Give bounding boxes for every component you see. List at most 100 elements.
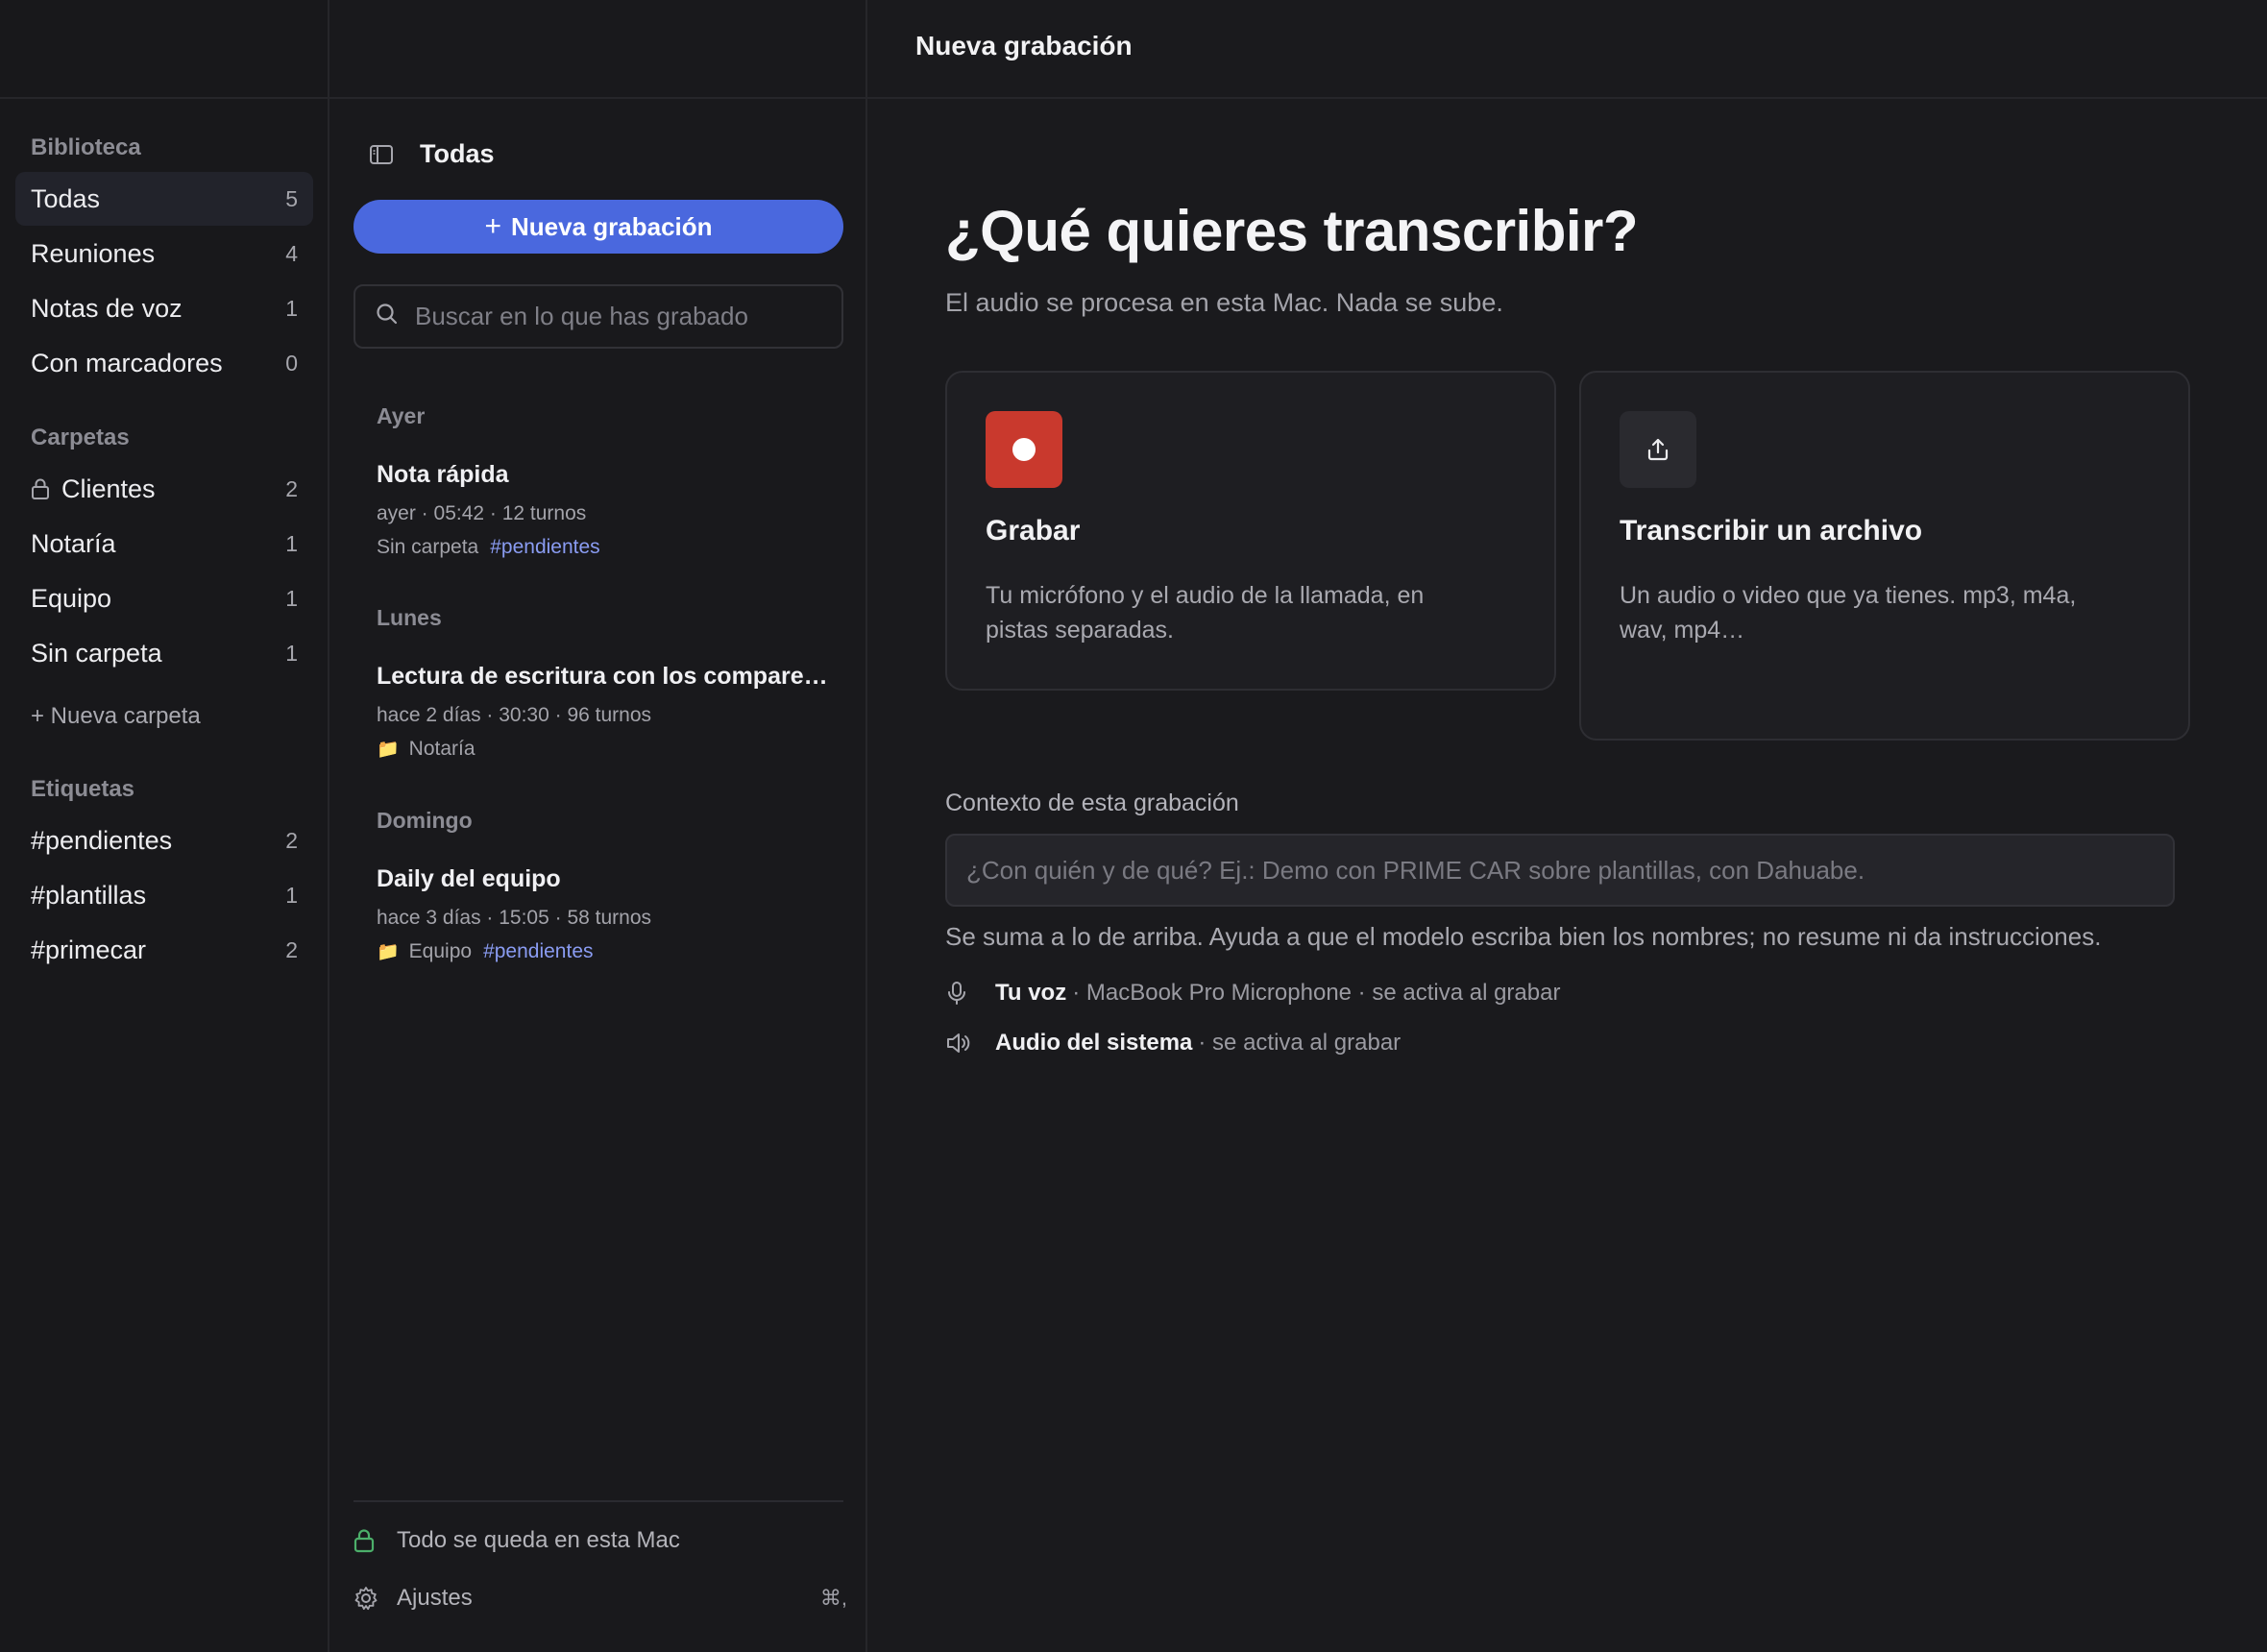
recording-meta: ayer · 05:42 · 12 turnos	[377, 502, 587, 524]
recording-item[interactable]: Nota rápida ayer · 05:42 · 12 turnos Sin…	[377, 461, 828, 559]
settings-label: Ajustes	[397, 1585, 473, 1611]
sidebar-item-count: 2	[285, 936, 298, 962]
card-title: Grabar	[986, 515, 1081, 547]
privacy-status: Todo se queda en esta Mac	[353, 1527, 847, 1554]
source-system-audio: Audio del sistema · se activa al grabar	[945, 1030, 1401, 1057]
sidebar-item-label: Clientes	[61, 474, 156, 503]
sidebar-item-clientes[interactable]: Clientes 2	[15, 462, 313, 516]
recording-folder: Sin carpeta	[377, 536, 479, 558]
sidebar-item-equipo[interactable]: Equipo 1	[15, 571, 313, 625]
source-detail: · se activa al grabar	[1198, 1030, 1402, 1056]
transcribe-file-card[interactable]: Transcribir un archivo Un audio o video …	[1579, 371, 2190, 741]
context-hint: Se suma a lo de arriba. Ayuda a que el m…	[945, 922, 2102, 951]
tags-heading: Etiquetas	[31, 776, 135, 802]
sidebar-item-count: 5	[285, 185, 298, 211]
recording-tag[interactable]: #pendientes	[490, 536, 599, 559]
folder-icon: 📁	[377, 740, 400, 760]
sidebar-item-tag-primecar[interactable]: #primecar 2	[15, 923, 313, 977]
sidebar-item-sin-carpeta[interactable]: Sin carpeta 1	[15, 626, 313, 680]
recording-folder-row: 📁 Notaría	[377, 738, 828, 761]
folder-icon: 📁	[377, 942, 400, 962]
sidebar-item-count: 4	[285, 240, 298, 266]
sidebar-item-notaria[interactable]: Notaría 1	[15, 517, 313, 571]
sidebar-item-label: Sin carpeta	[31, 638, 162, 668]
recording-meta: hace 2 días · 30:30 · 96 turnos	[377, 704, 652, 726]
list-topbar	[329, 0, 865, 99]
sidebar-item-count: 1	[285, 640, 298, 666]
folders-heading: Carpetas	[31, 425, 130, 450]
plus-icon: +	[484, 210, 501, 242]
sidebar-item-label: Equipo	[31, 583, 112, 613]
sidebar: Biblioteca Todas 5 Reuniones 4 Notas de …	[0, 0, 329, 1652]
day-header: Ayer	[377, 403, 426, 428]
settings-shortcut: ⌘,	[819, 1586, 847, 1610]
sidebar-toggle-icon[interactable]	[368, 141, 395, 168]
recording-folder: Notaría	[408, 738, 475, 760]
privacy-label: Todo se queda en esta Mac	[397, 1527, 680, 1553]
sidebar-item-count: 1	[285, 585, 298, 611]
list-title: Todas	[420, 139, 495, 168]
sidebar-item-notas-de-voz[interactable]: Notas de voz 1	[15, 281, 313, 335]
recording-folder-row: Sin carpeta #pendientes	[377, 536, 828, 559]
recording-title: Nota rápida	[377, 461, 509, 488]
speaker-icon	[945, 1031, 974, 1056]
sidebar-item-count: 2	[285, 827, 298, 853]
sidebar-item-label: Reuniones	[31, 238, 156, 268]
list-header: Todas	[368, 139, 495, 169]
card-title: Transcribir un archivo	[1620, 515, 1923, 547]
sidebar-item-count: 1	[285, 882, 298, 908]
sidebar-item-label: Con marcadores	[31, 348, 223, 377]
recording-folder: Equipo	[408, 940, 473, 962]
record-card[interactable]: Grabar Tu micrófono y el audio de la lla…	[945, 371, 1556, 691]
search-input[interactable]	[415, 302, 838, 331]
recording-title: Daily del equipo	[377, 865, 561, 892]
recording-folder-row: 📁 Equipo #pendientes	[377, 940, 828, 963]
upload-icon	[1620, 411, 1696, 488]
lock-icon	[31, 478, 50, 499]
context-label: Contexto de esta grabación	[945, 790, 1239, 816]
new-recording-label: Nueva grabación	[511, 211, 713, 241]
sidebar-item-label: #primecar	[31, 935, 147, 964]
source-detail: · MacBook Pro Microphone · se activa al …	[1072, 980, 1561, 1006]
recording-title: Lectura de escritura con los comparecien…	[377, 663, 828, 690]
page-title: Nueva grabación	[915, 31, 1133, 61]
sidebar-item-reuniones[interactable]: Reuniones 4	[15, 227, 313, 280]
main-topbar: Nueva grabación	[867, 0, 2267, 99]
sidebar-item-con-marcadores[interactable]: Con marcadores 0	[15, 336, 313, 390]
main-heading: ¿Qué quieres transcribir?	[945, 199, 1639, 263]
new-recording-button[interactable]: + Nueva grabación	[353, 200, 843, 254]
microphone-icon	[945, 980, 974, 1007]
new-folder-button[interactable]: + Nueva carpeta	[31, 703, 201, 730]
recording-item[interactable]: Daily del equipo hace 3 días · 15:05 · 5…	[377, 865, 828, 963]
sidebar-item-count: 2	[285, 475, 298, 501]
main-panel: Nueva grabación ¿Qué quieres transcribir…	[867, 0, 2267, 1652]
sidebar-item-count: 0	[285, 350, 298, 376]
day-header: Lunes	[377, 605, 442, 630]
settings-button[interactable]: Ajustes ⌘,	[353, 1585, 847, 1612]
gear-icon	[353, 1585, 381, 1612]
sidebar-item-label: Notas de voz	[31, 293, 183, 323]
source-microphone: Tu voz · MacBook Pro Microphone · se act…	[945, 980, 1560, 1007]
source-name: Audio del sistema	[995, 1030, 1193, 1056]
context-input[interactable]	[945, 834, 2175, 907]
source-name: Tu voz	[995, 980, 1067, 1006]
recording-item[interactable]: Lectura de escritura con los comparecien…	[377, 663, 828, 761]
sidebar-item-label: Notaría	[31, 528, 116, 558]
recording-tag[interactable]: #pendientes	[483, 940, 593, 963]
sidebar-item-tag-plantillas[interactable]: #plantillas 1	[15, 868, 313, 922]
card-description: Un audio o video que ya tienes. mp3, m4a…	[1620, 582, 2077, 644]
footer-divider	[353, 1500, 843, 1502]
recordings-list-panel: Todas + Nueva grabación Ayer Nota rápida…	[329, 0, 867, 1652]
sidebar-item-tag-pendientes[interactable]: #pendientes 2	[15, 814, 313, 867]
search-box	[353, 284, 843, 349]
library-heading: Biblioteca	[31, 134, 141, 160]
sidebar-item-label: #pendientes	[31, 825, 173, 855]
sidebar-topbar	[0, 0, 328, 99]
day-header: Domingo	[377, 808, 473, 833]
search-icon	[375, 302, 400, 331]
sidebar-item-todas[interactable]: Todas 5	[15, 172, 313, 226]
card-description: Tu micrófono y el audio de la llamada, e…	[986, 582, 1425, 644]
sidebar-item-count: 1	[285, 295, 298, 321]
sidebar-item-count: 1	[285, 530, 298, 556]
sidebar-item-label: Todas	[31, 183, 101, 213]
